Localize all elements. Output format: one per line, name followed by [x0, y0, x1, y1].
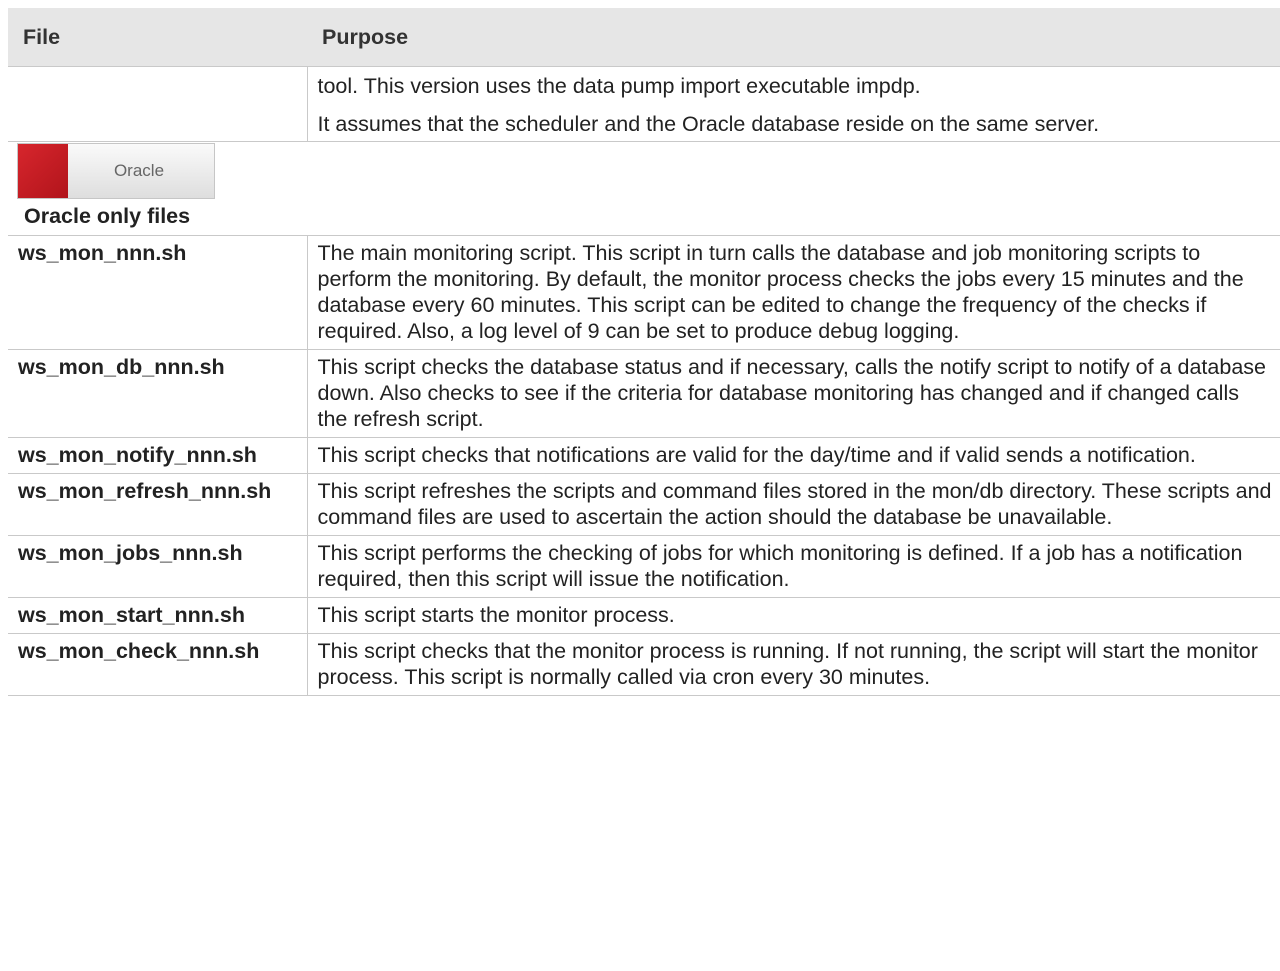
purpose-cell: This script starts the monitor process.: [307, 597, 1280, 634]
table-row: ws_mon_refresh_nnn.sh This script refres…: [8, 473, 1280, 536]
section-row: Oracle Oracle only files: [8, 141, 1280, 236]
file-cell: ws_mon_nnn.sh: [8, 235, 308, 350]
file-cell: ws_mon_start_nnn.sh: [8, 597, 308, 634]
oracle-color-swatch: [18, 144, 68, 198]
file-cell: ws_mon_refresh_nnn.sh: [8, 473, 308, 536]
file-cell: ws_mon_notify_nnn.sh: [8, 437, 308, 474]
purpose-cell: This script checks that notifications ar…: [307, 437, 1280, 474]
file-cell: [8, 66, 308, 142]
purpose-paragraph: tool. This version uses the data pump im…: [317, 74, 921, 98]
table-row: tool. This version uses the data pump im…: [8, 66, 1280, 142]
oracle-badge-label: Oracle: [113, 161, 165, 180]
purpose-paragraph: It assumes that the scheduler and the Or…: [317, 112, 1100, 136]
section-cell: Oracle Oracle only files: [8, 141, 1280, 236]
oracle-badge: Oracle: [17, 143, 215, 199]
file-cell: ws_mon_jobs_nnn.sh: [8, 535, 308, 598]
table-row: ws_mon_check_nnn.sh This script checks t…: [8, 633, 1280, 696]
table-row: ws_mon_start_nnn.sh This script starts t…: [8, 597, 1280, 634]
purpose-column-header: Purpose: [307, 8, 1280, 67]
purpose-cell: tool. This version uses the data pump im…: [307, 66, 1280, 142]
file-cell: ws_mon_db_nnn.sh: [8, 349, 308, 438]
table-row: ws_mon_jobs_nnn.sh This script performs …: [8, 535, 1280, 598]
purpose-cell: This script performs the checking of job…: [307, 535, 1280, 598]
purpose-cell: This script refreshes the scripts and co…: [307, 473, 1280, 536]
purpose-cell: This script checks the database status a…: [307, 349, 1280, 438]
files-table: File Purpose tool. This version uses the…: [8, 8, 1280, 696]
table-row: ws_mon_db_nnn.sh This script checks the …: [8, 349, 1280, 438]
file-column-header: File: [8, 8, 307, 67]
purpose-cell: This script checks that the monitor proc…: [307, 633, 1280, 696]
document-page: File Purpose tool. This version uses the…: [0, 0, 1280, 971]
file-cell: ws_mon_check_nnn.sh: [8, 633, 308, 696]
section-title: Oracle only files: [24, 204, 191, 228]
table-row: ws_mon_nnn.sh The main monitoring script…: [8, 235, 1280, 350]
table-header-row: File Purpose: [8, 8, 1280, 67]
table-row: ws_mon_notify_nnn.sh This script checks …: [8, 437, 1280, 474]
purpose-cell: The main monitoring script. This script …: [307, 235, 1280, 350]
